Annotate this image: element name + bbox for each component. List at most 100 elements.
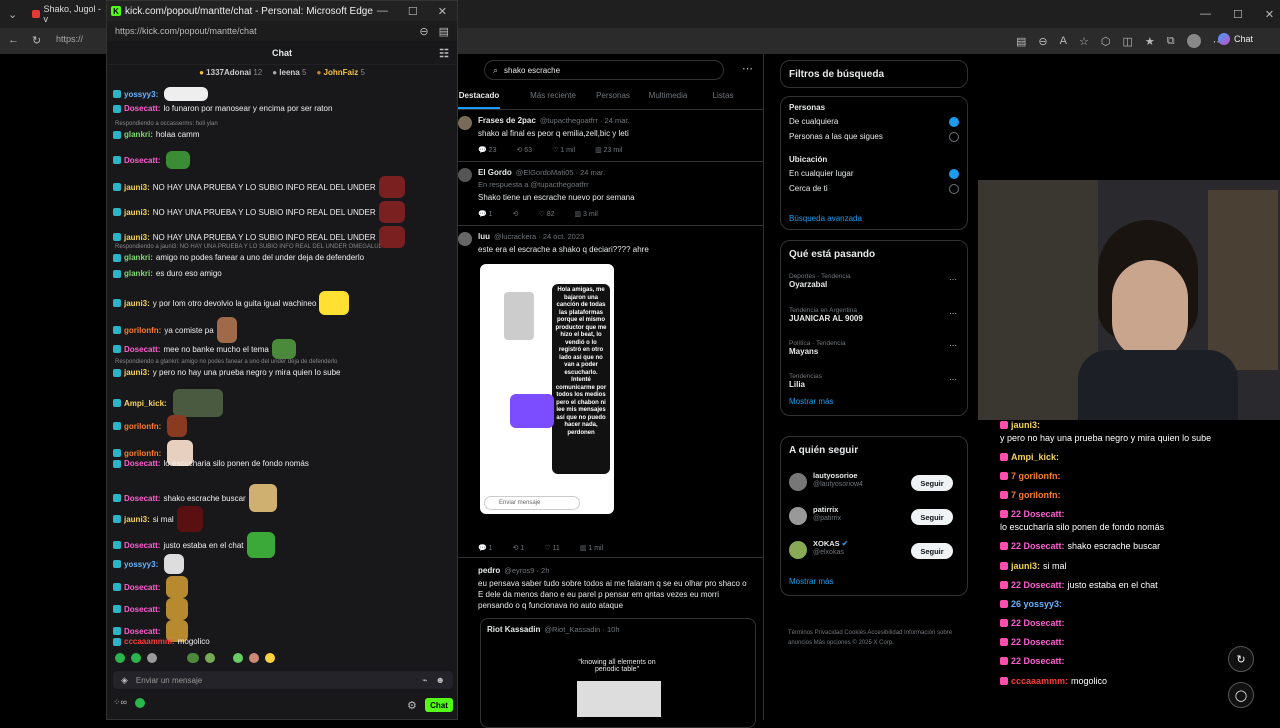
trend-item[interactable]: Política · Tendencia Mayans	[789, 340, 846, 356]
chat-message[interactable]: Ampi_kick:	[113, 389, 223, 417]
emote-icon[interactable]	[233, 653, 243, 663]
favorite-icon[interactable]: ☆	[1079, 34, 1089, 48]
message-input[interactable]: ◈ Enviar un mensaje ⌁ ☻	[113, 671, 453, 689]
like-button[interactable]: ♡ 1 mil	[552, 146, 575, 154]
emote-icon[interactable]	[131, 653, 141, 663]
tab-featured[interactable]: Destacado	[458, 88, 500, 109]
chat-message[interactable]: jauni3: NO HAY UNA PRUEBA Y LO SUBIO INFO…	[113, 176, 405, 198]
reply-context[interactable]: En respuesta a @tupacthegoatfrr	[478, 180, 589, 189]
avatar[interactable]	[789, 541, 807, 559]
like-button[interactable]: ♡ 82	[538, 210, 554, 218]
chat-username[interactable]: Dosecatt:	[124, 156, 160, 165]
quoted-tweet[interactable]: Riot Kassadin @Riot_Kassadin · 10h "know…	[480, 618, 756, 728]
close-icon[interactable]: ✕	[438, 5, 447, 18]
follow-button[interactable]: Seguir	[911, 509, 953, 525]
retweet-button[interactable]: ⟲	[513, 210, 519, 218]
tweet-image[interactable]: Hola amigas, me bajaron una canción de t…	[480, 264, 614, 514]
gif-icon[interactable]: ⌁	[422, 675, 427, 686]
people-option-following[interactable]: Personas a las que sigues	[789, 132, 959, 142]
chat-username[interactable]: Dosecatt:	[124, 494, 160, 503]
chat-username[interactable]: jauni3:	[124, 183, 150, 192]
copilot-button[interactable]: Chat	[1218, 33, 1253, 45]
chat-username[interactable]: gorilonfn:	[124, 422, 161, 431]
chat-username[interactable]: jauni3:	[124, 299, 150, 308]
reply-button[interactable]: 💬 23	[478, 146, 496, 154]
tweet-author[interactable]: luu	[478, 232, 490, 241]
trend-item[interactable]: Tendencias Lilia	[789, 373, 822, 389]
settings-icon[interactable]: ⚙	[407, 699, 417, 712]
chat-message[interactable]: gorilonfn:	[113, 415, 188, 437]
radio-icon[interactable]	[949, 184, 959, 194]
page-icon[interactable]: ▤	[439, 25, 449, 38]
chat-message[interactable]: glankri: amigo no podes fanear a uno del …	[113, 253, 364, 262]
emote-icon[interactable]	[249, 653, 259, 663]
show-more-link[interactable]: Mostrar más	[789, 577, 833, 586]
chat-username[interactable]: Dosecatt:	[124, 541, 160, 550]
gifter-3[interactable]: ● JohnFaiz 5	[316, 68, 364, 77]
minimize-icon[interactable]: —	[1200, 8, 1211, 20]
quoted-image[interactable]	[577, 681, 661, 717]
location-option-near[interactable]: Cerca de ti	[789, 184, 959, 194]
tab-latest[interactable]: Más reciente	[518, 88, 588, 109]
footer-links[interactable]: Términos Privacidad Cookies Accesibilida…	[788, 628, 964, 648]
tab-lists[interactable]: Listas	[698, 88, 748, 109]
avatar[interactable]	[458, 116, 472, 130]
chat-message[interactable]: jauni3: y por lom otro devolvio la guita …	[113, 291, 350, 315]
follow-suggestion[interactable]: patirrix @patirrix Seguir	[789, 505, 961, 529]
minimize-icon[interactable]: —	[377, 5, 388, 18]
chat-message[interactable]: Dosecatt:	[113, 151, 191, 169]
follow-button[interactable]: Seguir	[911, 475, 953, 491]
chat-username[interactable]: yossyy3:	[124, 90, 158, 99]
address-bar[interactable]: https://	[56, 34, 83, 44]
chat-message[interactable]: glankri: holaa camm	[113, 130, 199, 139]
chat-username[interactable]: jauni3:	[124, 208, 150, 217]
show-more-link[interactable]: Mostrar más	[789, 397, 833, 406]
chat-username[interactable]: glankri:	[124, 130, 153, 139]
emote-icon[interactable]	[147, 653, 157, 663]
chat-message[interactable]: jauni3: NO HAY UNA PRUEBA Y LO SUBIO INFO…	[113, 201, 405, 223]
zoom-icon[interactable]: ⊖	[419, 25, 428, 38]
maximize-icon[interactable]: ☐	[408, 5, 418, 18]
users-icon[interactable]: ☷	[439, 47, 449, 60]
views-button[interactable]: ▥ 1 mil	[580, 544, 603, 552]
send-chat-button[interactable]: Chat	[425, 698, 453, 712]
chat-username[interactable]: gorilonfn:	[124, 326, 161, 335]
reply-icon[interactable]: ◈	[121, 675, 128, 686]
chat-message[interactable]: jauni3: si mal	[113, 506, 203, 532]
tab-menu-icon[interactable]: ⌄	[8, 5, 17, 23]
trend-more-icon[interactable]: ⋯	[949, 375, 957, 384]
tweet-author[interactable]: El Gordo	[478, 168, 512, 177]
close-icon[interactable]: ✕	[1265, 8, 1274, 21]
emote-icon[interactable]	[205, 653, 215, 663]
quoted-author[interactable]: Riot Kassadin	[487, 625, 540, 634]
chat-username[interactable]: gorilonfn:	[124, 449, 161, 458]
advanced-search-link[interactable]: Búsqueda avanzada	[789, 214, 862, 223]
chat-username[interactable]: Dosecatt:	[124, 583, 160, 592]
maximize-icon[interactable]: ☐	[1233, 8, 1243, 21]
like-button[interactable]: ♡ 11	[544, 544, 560, 552]
search-box[interactable]: ⌕ shako escrache	[484, 60, 724, 80]
split-icon[interactable]: ◫	[1122, 34, 1132, 48]
reader-icon[interactable]: ▤	[1016, 34, 1026, 48]
popup-addressbar[interactable]: https://kick.com/popout/mantte/chat ⊖ ▤	[107, 21, 457, 41]
reply-button[interactable]: 💬 1	[478, 544, 493, 552]
tweet[interactable]: luu @lucrackera · 24 oct. 2023 este era …	[458, 228, 764, 558]
collections-icon[interactable]: ⧉	[1167, 34, 1175, 48]
zoom-icon[interactable]: ⊖	[1038, 34, 1047, 48]
chat-bubble-icon[interactable]: ◯	[1228, 682, 1254, 708]
avatar[interactable]	[789, 473, 807, 491]
avatar[interactable]	[458, 168, 472, 182]
chat-username[interactable]: Dosecatt:	[124, 459, 160, 468]
views-button[interactable]: ▥ 3 mil	[574, 210, 597, 218]
tweet-author[interactable]: Frases de 2pac	[478, 116, 536, 125]
people-option-any[interactable]: De cualquiera	[789, 117, 959, 127]
kick-coin-icon[interactable]	[134, 697, 145, 708]
refresh-chat-icon[interactable]: ↻	[1228, 646, 1254, 672]
chat-message[interactable]: Dosecatt: lo funaron por manosear y encim…	[113, 104, 332, 113]
chat-username[interactable]: yossyy3:	[124, 560, 158, 569]
follow-suggestion[interactable]: XOKAS ✔ @elxokas Seguir	[789, 539, 961, 563]
chat-username[interactable]: Dosecatt:	[124, 345, 160, 354]
chat-username[interactable]: Ampi_kick:	[124, 399, 167, 408]
tweet[interactable]: pedro @eyros9 · 2h eu pensava saber tudo…	[458, 562, 764, 728]
chat-message[interactable]: yossyy3:	[113, 554, 185, 574]
